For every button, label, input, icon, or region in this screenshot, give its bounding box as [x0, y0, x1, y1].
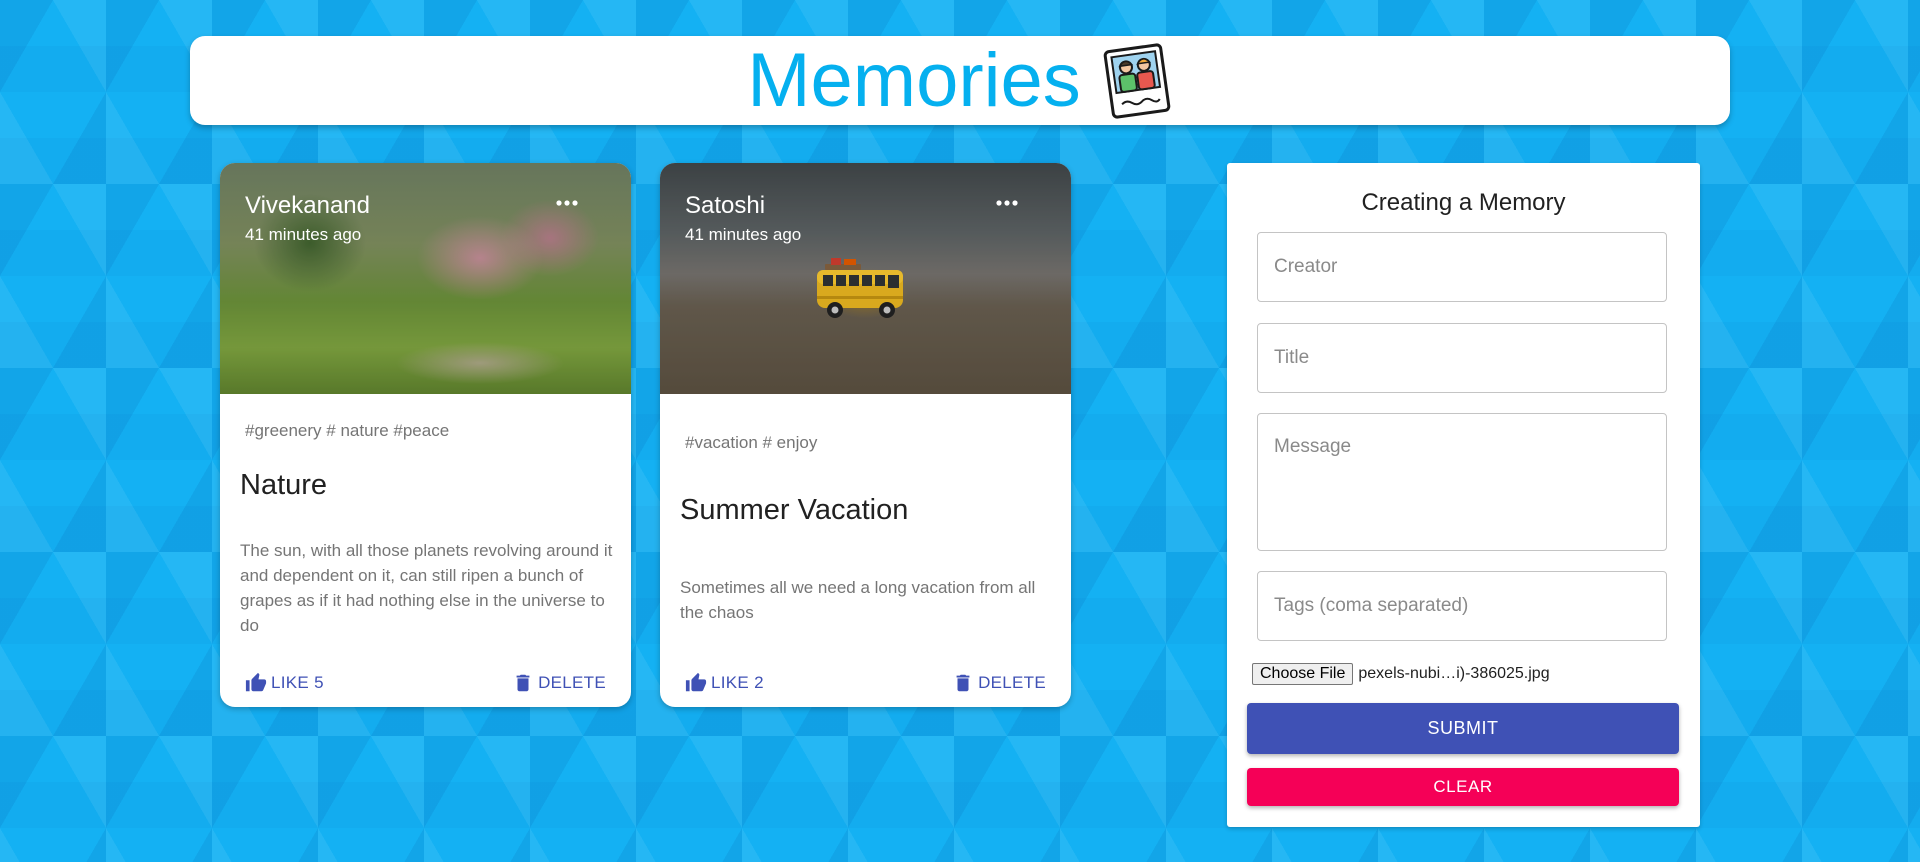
more-horiz-icon[interactable] [995, 193, 1019, 213]
app-title: Memories [747, 37, 1081, 123]
post-tags: #greenery # nature #peace [245, 421, 450, 440]
creator-input[interactable] [1257, 232, 1667, 302]
toy-bus-image [817, 258, 903, 318]
trash-icon [956, 674, 970, 692]
post-time: 41 minutes ago [685, 225, 802, 244]
post-card: Vivekanand 41 minutes ago #greenery # na… [220, 163, 631, 707]
post-message: The sun, with all those planets revolvin… [240, 541, 613, 635]
post-title: Summer Vacation [680, 494, 909, 526]
trash-icon [516, 674, 530, 692]
like-button[interactable]: LIKE 2 [685, 672, 764, 694]
like-label: LIKE 5 [271, 673, 324, 692]
more-horiz-icon[interactable] [555, 193, 579, 213]
post-header: Satoshi 41 minutes ago [685, 191, 801, 245]
post-creator: Satoshi [685, 192, 766, 219]
delete-label: DELETE [978, 673, 1046, 692]
post-message: Sometimes all we need a long vacation fr… [680, 578, 1036, 622]
post-actions: LIKE 2 DELETE [685, 668, 1046, 698]
delete-button[interactable]: DELETE [512, 672, 606, 694]
memory-form: Creating a Memory Choose File pexels-nub… [1227, 163, 1700, 827]
post-time: 41 minutes ago [245, 225, 362, 244]
post-title: Nature [240, 469, 328, 501]
post-tags: #vacation # enjoy [685, 433, 818, 452]
like-button[interactable]: LIKE 5 [245, 672, 324, 694]
submit-button[interactable]: SUBMIT [1247, 703, 1679, 754]
form-heading: Creating a Memory [1361, 189, 1566, 216]
thumb-up-icon [245, 672, 267, 692]
post-header: Vivekanand 41 minutes ago [245, 191, 370, 245]
post-card: Satoshi 41 minutes ago #vacation # enjoy… [660, 163, 1071, 707]
file-picker: Choose File pexels-nubi…i)-386025.jpg [1252, 663, 1550, 685]
file-name: pexels-nubi…i)-386025.jpg [1358, 665, 1550, 682]
post-creator: Vivekanand [245, 192, 370, 219]
app-bar: Memories [190, 36, 1730, 125]
title-input[interactable] [1257, 323, 1667, 393]
delete-label: DELETE [538, 673, 606, 692]
like-label: LIKE 2 [711, 673, 764, 692]
photo-friends-icon [1103, 42, 1171, 119]
clear-button[interactable]: CLEAR [1247, 768, 1679, 806]
delete-button[interactable]: DELETE [952, 672, 1046, 694]
choose-file-button[interactable]: Choose File [1252, 663, 1354, 685]
message-input[interactable] [1257, 413, 1667, 551]
tags-input[interactable] [1257, 571, 1667, 641]
post-actions: LIKE 5 DELETE [245, 668, 606, 698]
thumb-up-icon [685, 672, 707, 692]
